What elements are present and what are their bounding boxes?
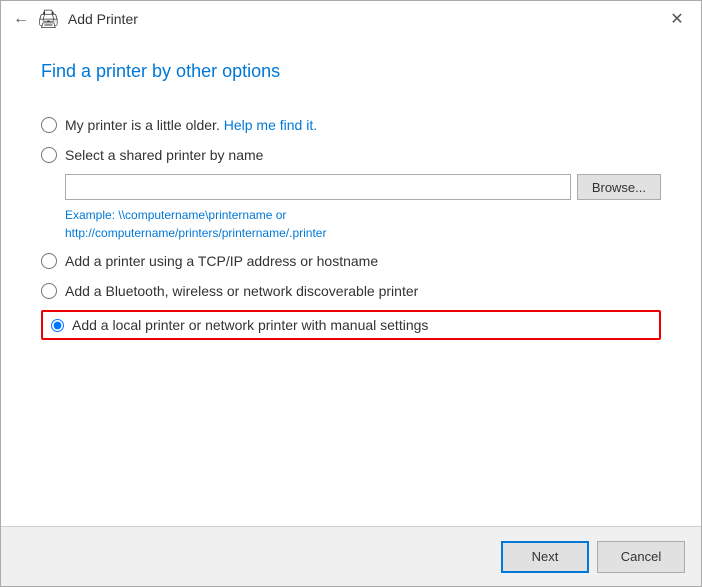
option-label-4[interactable]: Add a Bluetooth, wireless or network dis…	[65, 283, 418, 299]
shared-printer-input-row: Browse...	[65, 174, 661, 200]
window-title: Add Printer	[68, 11, 138, 27]
option-label-5[interactable]: Add a local printer or network printer w…	[72, 317, 428, 333]
cancel-button[interactable]: Cancel	[597, 541, 685, 573]
option-row-1: My printer is a little older. Help me fi…	[41, 110, 661, 140]
radio-opt5[interactable]	[51, 319, 64, 332]
example-text: Example: \\computername\printername or h…	[65, 206, 661, 242]
option-label-2[interactable]: Select a shared printer by name	[65, 147, 263, 163]
option-label-3[interactable]: Add a printer using a TCP/IP address or …	[65, 253, 378, 269]
radio-opt1[interactable]	[41, 117, 57, 133]
radio-opt3[interactable]	[41, 253, 57, 269]
radio-opt2[interactable]	[41, 147, 57, 163]
footer: Next Cancel	[1, 526, 701, 586]
browse-button[interactable]: Browse...	[577, 174, 661, 200]
option-row-2: Select a shared printer by name	[41, 140, 661, 170]
option-row-4: Add a Bluetooth, wireless or network dis…	[41, 276, 661, 306]
radio-opt4[interactable]	[41, 283, 57, 299]
shared-printer-input[interactable]	[65, 174, 571, 200]
next-button[interactable]: Next	[501, 541, 589, 573]
page-title: Find a printer by other options	[41, 61, 661, 82]
option-row-3: Add a printer using a TCP/IP address or …	[41, 246, 661, 276]
add-printer-window: ← 🖨 Add Printer ✕ Find a printer by othe…	[0, 0, 702, 587]
main-content: Find a printer by other options My print…	[1, 37, 701, 526]
back-arrow-icon[interactable]: ←	[13, 10, 29, 28]
title-bar-left: ← 🖨 Add Printer	[13, 9, 138, 30]
title-bar: ← 🖨 Add Printer ✕	[1, 1, 701, 37]
option-row-5-highlighted: Add a local printer or network printer w…	[41, 310, 661, 340]
printer-icon: 🖨	[37, 9, 60, 30]
shared-printer-section: Browse... Example: \\computername\printe…	[65, 174, 661, 242]
help-link[interactable]: Help me find it.	[224, 117, 317, 133]
option-label-1[interactable]: My printer is a little older. Help me fi…	[65, 117, 317, 133]
close-button[interactable]: ✕	[665, 7, 689, 31]
options-list: My printer is a little older. Help me fi…	[41, 110, 661, 344]
